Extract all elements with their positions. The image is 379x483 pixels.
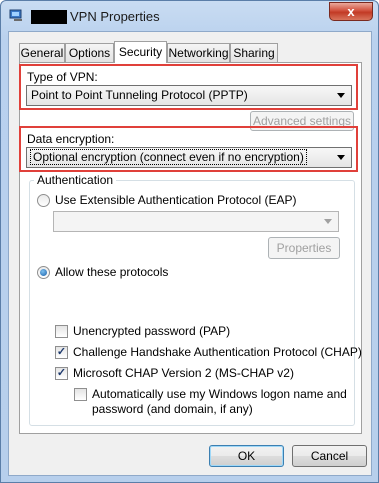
authentication-group-label: Authentication <box>34 173 117 187</box>
autologon-label-line1[interactable]: Automatically use my Windows logon name … <box>92 387 347 401</box>
pap-label[interactable]: Unencrypted password (PAP) <box>73 324 230 338</box>
security-tab-panel: Type of VPN: Point to Point Tunneling Pr… <box>19 62 362 434</box>
tab-general[interactable]: General <box>19 43 65 62</box>
tab-networking[interactable]: Networking <box>167 43 230 62</box>
tab-options[interactable]: Options <box>65 43 114 62</box>
encryption-value: Optional encryption (connect even if no … <box>30 149 307 165</box>
redacted-connection-name <box>31 10 67 24</box>
eap-method-dropdown[interactable] <box>53 211 339 232</box>
allow-protocols-label[interactable]: Allow these protocols <box>55 265 168 279</box>
cancel-button[interactable]: Cancel <box>292 445 367 467</box>
autologon-checkbox[interactable] <box>74 388 87 401</box>
autologon-label-line2[interactable]: password (and domain, if any) <box>92 402 253 416</box>
eap-properties-button[interactable]: Properties <box>268 237 340 259</box>
encryption-dropdown[interactable]: Optional encryption (connect even if no … <box>26 147 352 168</box>
chevron-down-icon <box>337 155 345 160</box>
allow-protocols-radio[interactable] <box>37 266 50 279</box>
encryption-label: Data encryption: <box>27 132 115 146</box>
eap-radio-label[interactable]: Use Extensible Authentication Protocol (… <box>55 193 296 207</box>
mschapv2-checkbox[interactable]: ✓ <box>55 367 68 380</box>
dialog-window: VPN Properties x General Options Securit… <box>0 0 379 483</box>
title-bar[interactable]: VPN Properties x <box>1 1 378 31</box>
tab-sharing[interactable]: Sharing <box>230 43 278 62</box>
vpn-type-dropdown[interactable]: Point to Point Tunneling Protocol (PPTP) <box>26 85 352 106</box>
close-button[interactable]: x <box>329 2 373 21</box>
pap-checkbox[interactable] <box>55 325 68 338</box>
chap-label[interactable]: Challenge Handshake Authentication Proto… <box>73 345 362 359</box>
dialog-client-area: General Options Security Networking Shar… <box>8 31 372 476</box>
ok-button[interactable]: OK <box>209 445 284 467</box>
eap-radio[interactable] <box>37 194 50 207</box>
network-connection-icon <box>9 9 22 21</box>
tab-security[interactable]: Security <box>114 41 167 63</box>
vpn-type-label: Type of VPN: <box>27 70 98 84</box>
chap-checkbox[interactable]: ✓ <box>55 346 68 359</box>
window-title: VPN Properties <box>70 9 160 24</box>
vpn-type-value: Point to Point Tunneling Protocol (PPTP) <box>31 88 248 102</box>
mschapv2-label[interactable]: Microsoft CHAP Version 2 (MS-CHAP v2) <box>73 366 294 380</box>
chevron-down-icon <box>324 219 332 224</box>
chevron-down-icon <box>337 93 345 98</box>
